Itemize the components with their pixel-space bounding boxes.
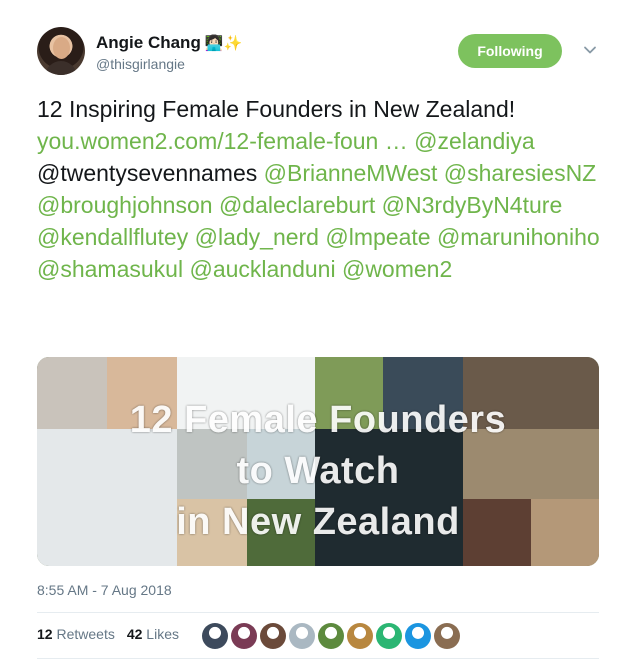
tweet-text: 12 Inspiring Female Founders in New Zeal…	[37, 93, 607, 285]
divider-top	[37, 612, 599, 613]
liker-avatar-3[interactable]	[260, 623, 286, 649]
tweet-timestamp[interactable]: 8:55 AM - 7 Aug 2018	[37, 582, 172, 598]
mention-link[interactable]: @women2	[342, 256, 452, 282]
mention-link[interactable]: @lmpeate	[325, 224, 430, 250]
author-handle[interactable]: @thisgirlangie	[96, 56, 185, 72]
divider-bottom	[37, 658, 599, 659]
mention-link[interactable]: @marunihoniho	[437, 224, 600, 250]
media-banner-text: 12 Female Founders to Watch in New Zeala…	[37, 395, 599, 548]
liker-avatar-6[interactable]	[347, 623, 373, 649]
author-name-emoji: 👩🏻‍💻✨	[204, 35, 243, 52]
author-avatar[interactable]	[37, 27, 85, 75]
tweet-media-image[interactable]: 12 Female Founders to Watch in New Zeala…	[37, 357, 599, 566]
tweet-header: Angie Chang 👩🏻‍💻✨ @thisgirlangie Followin…	[37, 25, 607, 83]
retweets-count: 12	[37, 626, 53, 642]
mention-link[interactable]: @N3rdyByN4ture	[382, 192, 563, 218]
liker-avatar-4[interactable]	[289, 623, 315, 649]
mention-link[interactable]: @sharesiesNZ	[444, 160, 596, 186]
liker-avatar-8[interactable]	[405, 623, 431, 649]
liker-avatar-1[interactable]	[202, 623, 228, 649]
banner-line-1: 12 Female Founders	[129, 399, 507, 441]
mention-link[interactable]: @daleclareburt	[219, 192, 375, 218]
url-link[interactable]: you.women2.com/12-female-foun …	[37, 128, 408, 154]
retweets-stat[interactable]: 12 Retweets	[37, 626, 115, 642]
likes-count: 42	[126, 626, 143, 642]
banner-line-2: to Watch	[236, 450, 400, 492]
likes-label: Likes	[146, 626, 179, 642]
mention-link[interactable]: @kendallflutey	[37, 224, 188, 250]
mention-link[interactable]: @broughjohnson	[37, 192, 213, 218]
liker-avatar-2[interactable]	[231, 623, 257, 649]
tweet-stats: 12 Retweets 42 Likes	[37, 626, 179, 642]
mention-link[interactable]: @BrianneMWest	[264, 160, 438, 186]
author-name-text[interactable]: Angie Chang	[96, 33, 201, 52]
mention-link[interactable]: @shamasukul	[37, 256, 183, 282]
author-name[interactable]: Angie Chang 👩🏻‍💻✨	[96, 33, 242, 53]
tweet-text-segment: @twentysevennames	[37, 160, 264, 186]
mention-link[interactable]: @zelandiya	[414, 128, 535, 154]
tweet-text-segment: 12 Inspiring Female Founders in New Zeal…	[37, 96, 516, 122]
mention-link[interactable]: @aucklanduni	[189, 256, 335, 282]
avatar-shirt	[45, 61, 77, 75]
mention-link[interactable]: @lady_nerd	[195, 224, 319, 250]
liker-avatar-5[interactable]	[318, 623, 344, 649]
following-button[interactable]: Following	[458, 34, 562, 68]
banner-line-3: in New Zealand	[176, 501, 460, 543]
likes-stat[interactable]: 42 Likes	[127, 626, 179, 642]
avatar-face	[53, 37, 70, 59]
liker-avatar-9[interactable]	[434, 623, 460, 649]
liker-avatar-7[interactable]	[376, 623, 402, 649]
chevron-down-icon[interactable]	[583, 43, 597, 57]
retweets-label: Retweets	[56, 626, 115, 642]
